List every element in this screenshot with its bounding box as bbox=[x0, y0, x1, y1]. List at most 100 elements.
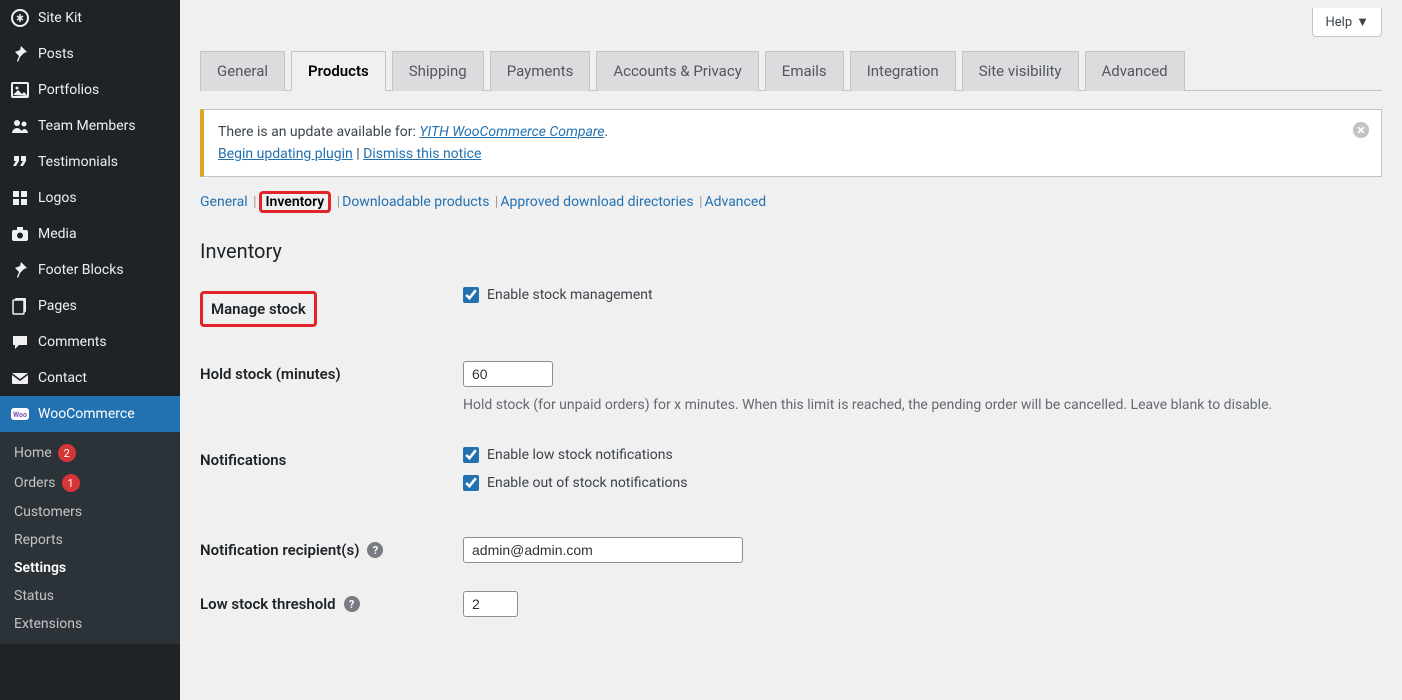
row-hold-stock: Hold stock (minutes) Hold stock (for unp… bbox=[200, 361, 1382, 413]
woo-sub-status[interactable]: Status bbox=[0, 582, 180, 610]
woo-sub-home[interactable]: Home2 bbox=[0, 438, 180, 468]
subsection-downloadable-products[interactable]: Downloadable products bbox=[342, 194, 489, 210]
products-subsections: General |Inventory |Downloadable product… bbox=[200, 191, 1382, 213]
sidebar-item-footer-blocks[interactable]: Footer Blocks bbox=[0, 252, 180, 288]
tab-shipping[interactable]: Shipping bbox=[392, 51, 484, 91]
section-title: Inventory bbox=[200, 239, 1382, 263]
sidebar-item-logos[interactable]: Logos bbox=[0, 180, 180, 216]
woo-sub-customers[interactable]: Customers bbox=[0, 498, 180, 526]
low-stock-checkbox[interactable] bbox=[463, 447, 479, 463]
low-stock-option[interactable]: Enable low stock notifications bbox=[463, 447, 1382, 463]
woo-sub-settings[interactable]: Settings bbox=[0, 554, 180, 582]
pin-icon bbox=[10, 44, 30, 64]
manage-stock-checkbox[interactable] bbox=[463, 287, 479, 303]
dismiss-notice-link[interactable]: Dismiss this notice bbox=[363, 146, 481, 162]
help-icon[interactable]: ? bbox=[367, 542, 383, 558]
sidebar-item-label: Logos bbox=[38, 190, 168, 206]
settings-tabs: GeneralProductsShippingPaymentsAccounts … bbox=[200, 50, 1382, 91]
woo-sub-orders[interactable]: Orders 1 bbox=[0, 468, 180, 498]
manage-stock-label: Manage stock bbox=[200, 291, 317, 327]
row-low-threshold: Low stock threshold ? bbox=[200, 591, 1382, 617]
sep: | bbox=[337, 194, 340, 210]
notice-prefix: There is an update available for: bbox=[218, 124, 419, 140]
oos-option[interactable]: Enable out of stock notifications bbox=[463, 475, 1382, 491]
tab-accounts-privacy[interactable]: Accounts & Privacy bbox=[596, 51, 758, 91]
notice-plugin-link[interactable]: YITH WooCommerce Compare bbox=[419, 124, 604, 140]
sub-item-label: Status bbox=[14, 588, 54, 604]
sidebar-item-label: Contact bbox=[38, 370, 168, 386]
tab-advanced[interactable]: Advanced bbox=[1085, 51, 1185, 91]
tab-general[interactable]: General bbox=[200, 51, 285, 91]
sidebar-item-media[interactable]: Media bbox=[0, 216, 180, 252]
manage-stock-option[interactable]: Enable stock management bbox=[463, 287, 1382, 303]
grid-icon bbox=[10, 188, 30, 208]
caret-down-icon: ▼ bbox=[1356, 14, 1369, 30]
hold-stock-input[interactable] bbox=[463, 361, 553, 387]
subsection-approved-download-directories[interactable]: Approved download directories bbox=[500, 194, 693, 210]
count-badge: 1 bbox=[62, 474, 80, 492]
quote-icon bbox=[10, 152, 30, 172]
sidebar-item-team-members[interactable]: Team Members bbox=[0, 108, 180, 144]
camera-icon bbox=[10, 224, 30, 244]
help-label: Help bbox=[1325, 15, 1352, 30]
sidebar-item-label: Pages bbox=[38, 298, 168, 314]
hold-stock-desc: Hold stock (for unpaid orders) for x min… bbox=[463, 397, 1323, 413]
mail-icon bbox=[10, 368, 30, 388]
sep: | bbox=[253, 194, 256, 210]
help-icon[interactable]: ? bbox=[344, 596, 360, 612]
recipients-input[interactable] bbox=[463, 537, 743, 563]
row-notifications: Notifications Enable low stock notificat… bbox=[200, 447, 1382, 503]
oos-label: Enable out of stock notifications bbox=[487, 475, 687, 491]
pin-icon bbox=[10, 260, 30, 280]
low-threshold-input[interactable] bbox=[463, 591, 518, 617]
sidebar-item-label: Media bbox=[38, 226, 168, 242]
sidebar-item-testimonials[interactable]: Testimonials bbox=[0, 144, 180, 180]
tab-integration[interactable]: Integration bbox=[850, 51, 956, 91]
svg-text:Woo: Woo bbox=[13, 411, 27, 419]
sidebar-item-site-kit[interactable]: Site Kit bbox=[0, 0, 180, 36]
sidebar-item-portfolios[interactable]: Portfolios bbox=[0, 72, 180, 108]
sidebar-item-label: Team Members bbox=[38, 118, 168, 134]
sub-item-label: Home bbox=[14, 445, 52, 461]
sidebar-item-label: Footer Blocks bbox=[38, 262, 168, 278]
tab-site-visibility[interactable]: Site visibility bbox=[962, 51, 1079, 91]
help-button[interactable]: Help ▼ bbox=[1312, 8, 1382, 37]
subsection-inventory[interactable]: Inventory bbox=[266, 194, 325, 210]
sidebar-item-comments[interactable]: Comments bbox=[0, 324, 180, 360]
oos-checkbox[interactable] bbox=[463, 475, 479, 491]
admin-sidebar: Site Kit Posts Portfolios Team Members T… bbox=[0, 0, 180, 700]
sidebar-item-posts[interactable]: Posts bbox=[0, 36, 180, 72]
sidebar-item-label: Testimonials bbox=[38, 154, 168, 170]
sidebar-item-contact[interactable]: Contact bbox=[0, 360, 180, 396]
woo-sub-extensions[interactable]: Extensions bbox=[0, 610, 180, 638]
sub-item-label: Orders bbox=[14, 475, 56, 491]
update-notice: There is an update available for: YITH W… bbox=[200, 109, 1382, 177]
sitekit-icon bbox=[10, 8, 30, 28]
row-recipients: Notification recipient(s) ? bbox=[200, 537, 1382, 563]
dismiss-notice-button[interactable] bbox=[1351, 120, 1371, 140]
sidebar-item-label: Portfolios bbox=[38, 82, 168, 98]
subsection-general[interactable]: General bbox=[200, 194, 248, 210]
sidebar-item-pages[interactable]: Pages bbox=[0, 288, 180, 324]
highlight-box: Inventory bbox=[259, 191, 332, 213]
woocommerce-submenu: Home2 Orders 1 Customers Reports Settings Stat… bbox=[0, 432, 180, 644]
sep: | bbox=[495, 194, 498, 210]
settings-content: Help ▼ GeneralProductsShippingPaymentsAc… bbox=[180, 0, 1402, 700]
sep: | bbox=[699, 194, 702, 210]
sub-item-label: Reports bbox=[14, 532, 63, 548]
woo-sub-reports[interactable]: Reports bbox=[0, 526, 180, 554]
manage-stock-checkbox-label: Enable stock management bbox=[487, 287, 653, 303]
sub-item-label: Customers bbox=[14, 504, 82, 520]
tab-products[interactable]: Products bbox=[291, 51, 386, 91]
row-manage-stock: Manage stock Enable stock management bbox=[200, 287, 1382, 327]
sidebar-item-woocommerce[interactable]: Woo WooCommerce bbox=[0, 396, 180, 432]
image-icon bbox=[10, 80, 30, 100]
subsection-advanced[interactable]: Advanced bbox=[704, 194, 766, 210]
sidebar-item-label: Posts bbox=[38, 46, 168, 62]
sidebar-item-label: Comments bbox=[38, 334, 168, 350]
low-threshold-label: Low stock threshold bbox=[200, 595, 336, 613]
tab-payments[interactable]: Payments bbox=[490, 51, 591, 91]
tab-emails[interactable]: Emails bbox=[765, 51, 844, 91]
recipients-label: Notification recipient(s) bbox=[200, 541, 359, 559]
begin-updating-link[interactable]: Begin updating plugin bbox=[218, 146, 353, 162]
